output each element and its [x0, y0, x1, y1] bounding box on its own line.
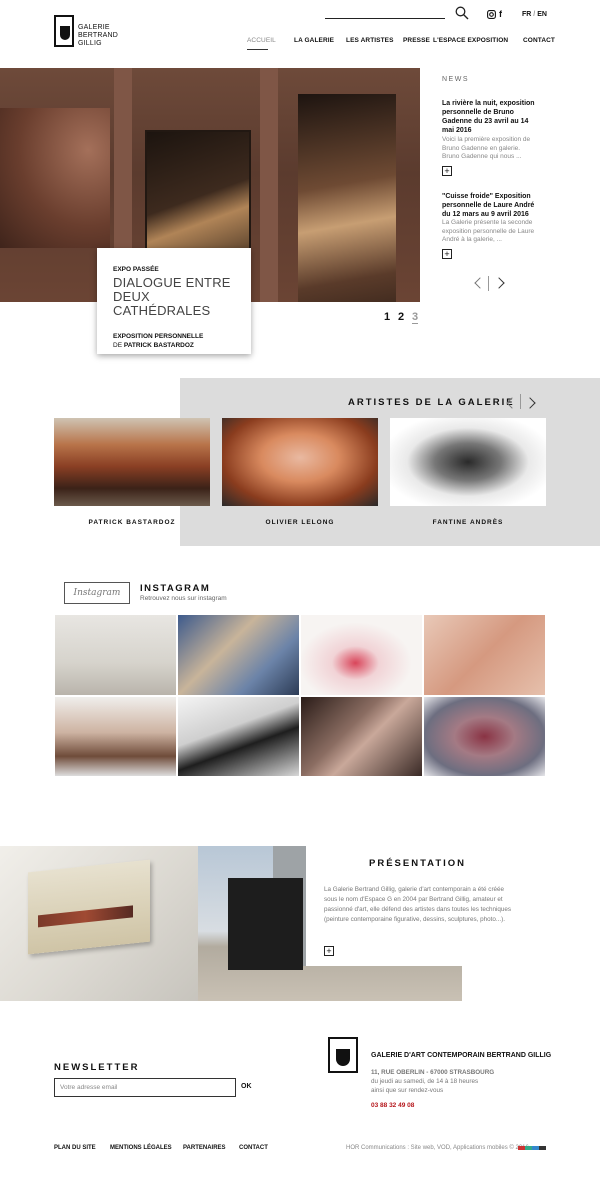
- logo-text: GALERIE BERTRAND GILLIG: [78, 24, 118, 48]
- logo-line-1: GALERIE: [78, 24, 110, 31]
- newsletter-email-input[interactable]: Votre adresse email: [54, 1078, 236, 1097]
- instagram-photo[interactable]: [423, 695, 546, 777]
- news-next-icon[interactable]: [493, 277, 505, 289]
- footer-link-partenaires[interactable]: PARTENAIRES: [183, 1145, 226, 1151]
- news-arrow-divider: [488, 276, 489, 291]
- artists-heading: ARTISTES DE LA GALERIE: [348, 397, 515, 408]
- instagram-photo[interactable]: [177, 614, 300, 696]
- footer-street: 11, RUE OBERLIN - 67000 STRASBOURG: [371, 1069, 495, 1076]
- footer-credit[interactable]: HOR Communications : Site web, VOD, Appl…: [346, 1145, 529, 1151]
- slider-page-3[interactable]: 3: [412, 311, 419, 324]
- news-more-button[interactable]: +: [442, 249, 452, 259]
- instagram-photo[interactable]: [300, 614, 423, 696]
- hero-kicker: EXPO PASSÉE: [113, 266, 159, 273]
- lang-separator: /: [533, 11, 536, 18]
- nav-espace-exposition[interactable]: L'ESPACE EXPOSITION: [433, 37, 508, 44]
- artist-name[interactable]: OLIVIER LELONG: [222, 519, 378, 526]
- instagram-photo[interactable]: [54, 614, 177, 696]
- instagram-logo[interactable]: Instagram: [64, 582, 130, 604]
- search-icon[interactable]: [455, 6, 469, 20]
- instagram-photo[interactable]: [423, 614, 546, 696]
- footer-link-mentions-legales[interactable]: MENTIONS LÉGALES: [110, 1145, 172, 1151]
- artists-arrow-divider: [520, 394, 521, 409]
- artist-name[interactable]: PATRICK BASTARDOZ: [54, 519, 210, 526]
- newsletter-heading: NEWSLETTER: [54, 1062, 140, 1073]
- newsletter-submit-button[interactable]: OK: [241, 1083, 252, 1090]
- footer-link-plan-du-site[interactable]: PLAN DU SITE: [54, 1145, 96, 1151]
- presentation-image-interior: [0, 846, 198, 1001]
- logo-line-3: GILLIG: [78, 40, 102, 47]
- nav-accueil[interactable]: ACCUEIL: [247, 37, 276, 44]
- artist-image-andres[interactable]: [390, 418, 546, 506]
- news-item-title[interactable]: "Cuisse froide" Exposition personnelle d…: [442, 192, 538, 219]
- instagram-photo[interactable]: [54, 695, 177, 777]
- footer-logo[interactable]: [328, 1037, 358, 1073]
- slider-page-2[interactable]: 2: [398, 311, 404, 323]
- nav-les-artistes[interactable]: LES ARTISTES: [346, 37, 394, 44]
- hero-title-line-2: CATHÉDRALES: [113, 303, 211, 318]
- logo-mark-icon: [54, 15, 74, 47]
- slider-page-1[interactable]: 1: [384, 311, 390, 323]
- news-more-button[interactable]: +: [442, 166, 452, 176]
- gallery-logo[interactable]: GALERIE BERTRAND GILLIG: [54, 15, 118, 53]
- instagram-icon[interactable]: [487, 10, 496, 21]
- footer-hours-note: ainsi que sur rendez-vous: [371, 1087, 444, 1094]
- hero-caption-card[interactable]: EXPO PASSÉE DIALOGUE ENTRE DEUX CATHÉDRA…: [97, 248, 251, 354]
- instagram-photo[interactable]: [300, 695, 423, 777]
- footer-phone[interactable]: 03 88 32 49 08: [371, 1102, 414, 1109]
- lang-fr[interactable]: FR: [522, 11, 531, 18]
- hero-artist-prefix: DE: [113, 342, 123, 349]
- hero-artist: DE PATRICK BASTARDOZ: [113, 342, 235, 349]
- footer-gallery-name: GALERIE D'ART CONTEMPORAIN BERTRAND GILL…: [371, 1052, 552, 1059]
- artist-image-lelong[interactable]: [222, 418, 378, 506]
- presentation-heading: PRÉSENTATION: [369, 858, 467, 869]
- instagram-grid: [54, 614, 546, 777]
- instagram-photo[interactable]: [177, 695, 300, 777]
- facebook-icon[interactable]: f: [499, 9, 502, 19]
- presentation-more-button[interactable]: +: [324, 946, 334, 956]
- news-heading: NEWS: [442, 76, 469, 83]
- lang-en[interactable]: EN: [537, 11, 547, 18]
- hero-artist-name: PATRICK BASTARDOZ: [123, 342, 194, 349]
- nav-contact[interactable]: CONTACT: [523, 37, 555, 44]
- presentation-text: La Galerie Bertrand Gillig, galerie d'ar…: [324, 886, 512, 923]
- credit-logo-icon: [518, 1146, 546, 1150]
- news-prev-icon[interactable]: [474, 277, 486, 289]
- nav-la-galerie[interactable]: LA GALERIE: [294, 37, 334, 44]
- language-switcher[interactable]: FR / EN: [522, 11, 547, 18]
- hero-subtitle: EXPOSITION PERSONNELLE: [113, 333, 204, 340]
- hero-artwork-2: [298, 94, 396, 302]
- news-item-excerpt: La Galerie présente la seconde expositio…: [442, 219, 535, 243]
- nav-active-underline: [247, 49, 268, 50]
- nav-presse[interactable]: PRESSE: [403, 37, 430, 44]
- footer-link-contact[interactable]: CONTACT: [239, 1145, 268, 1151]
- hero-title: DIALOGUE ENTRE DEUX CATHÉDRALES: [113, 276, 235, 318]
- news-item-title[interactable]: La rivière la nuit, exposition personnel…: [442, 99, 538, 135]
- footer-logo-mark-icon: [328, 1037, 358, 1073]
- hero-title-line-1: DIALOGUE ENTRE DEUX: [113, 275, 231, 304]
- instagram-heading: INSTAGRAM: [140, 583, 211, 594]
- artist-image-bastardoz[interactable]: [54, 418, 210, 506]
- logo-line-2: BERTRAND: [78, 32, 118, 39]
- footer-address: 11, RUE OBERLIN - 67000 STRASBOURG du je…: [371, 1068, 494, 1095]
- artist-name[interactable]: FANTINE ANDRÈS: [390, 519, 546, 526]
- footer-hours: du jeudi au samedi, de 14 à 18 heures: [371, 1078, 479, 1085]
- instagram-subtitle: Retrouvez nous sur instagram: [140, 595, 227, 602]
- search-input[interactable]: [325, 18, 445, 19]
- news-item-excerpt: Voici la première exposition de Bruno Ga…: [442, 136, 531, 160]
